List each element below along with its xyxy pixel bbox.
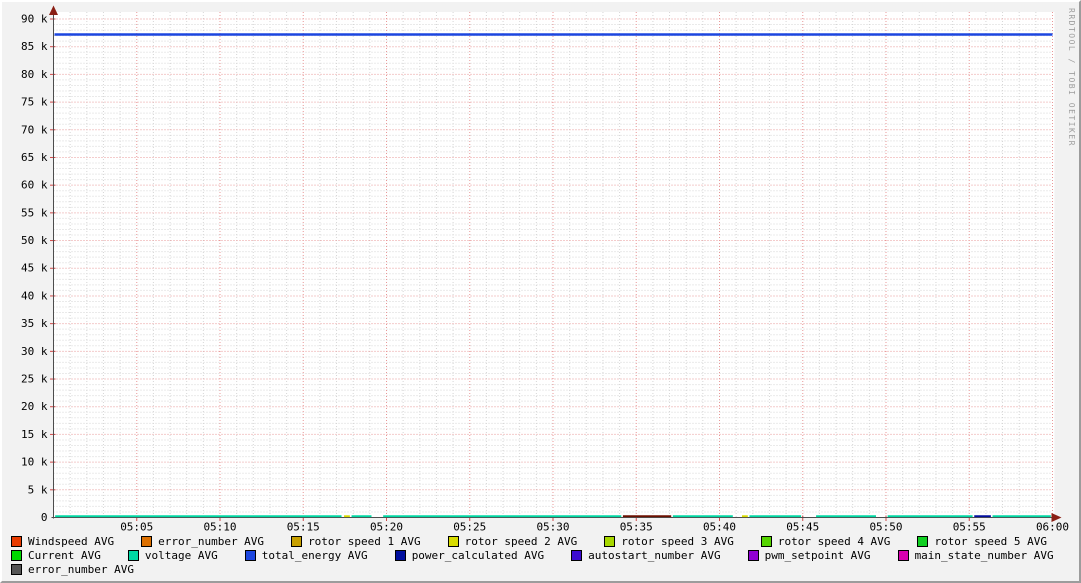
- y-tick-label: 35 k: [21, 317, 48, 330]
- y-tick-label: 80 k: [21, 68, 48, 81]
- legend-swatch: [244, 549, 256, 561]
- x-tick-label: 05:15: [287, 521, 320, 534]
- legend-swatch: [747, 549, 759, 561]
- y-tick-label: 50 k: [21, 234, 48, 247]
- legend-label: error_number AVG: [158, 534, 265, 548]
- y-tick-label: 25 k: [21, 373, 48, 386]
- x-tick-label: 05:10: [203, 521, 236, 534]
- x-tick-label: 06:00: [1036, 521, 1069, 534]
- legend-swatch: [127, 549, 139, 561]
- legend-item: Windspeed AVG: [11, 535, 114, 548]
- legend-item: total_energy AVG: [244, 548, 368, 562]
- legend-item: pwm_setpoint AVG: [747, 548, 871, 562]
- legend-swatch: [291, 535, 303, 547]
- legend-item: power_calculated AVG: [394, 548, 545, 562]
- x-tick-label: 05:45: [786, 521, 819, 534]
- y-tick-label: 70 k: [21, 123, 48, 136]
- legend-label: error_number AVG: [28, 562, 134, 576]
- legend-label: rotor speed 5 AVG: [934, 534, 1048, 548]
- y-tick-label: 90 k: [21, 12, 48, 25]
- y-axis-arrow: [49, 5, 58, 15]
- rrdtool-graph: 0 5 k 10 k 15 k 20 k 25 k 30 k 35 k 40 k 45 k 50 k…: [0, 0, 1081, 583]
- y-tick-label: 30 k: [21, 345, 48, 358]
- y-tick-label: 75 k: [21, 96, 48, 109]
- y-tick-label: 0: [41, 511, 48, 524]
- legend-item: Current AVG: [11, 549, 101, 562]
- legend-label: voltage AVG: [144, 548, 218, 562]
- legend-item: rotor speed 5 AVG: [917, 535, 1047, 548]
- x-tick-label: 05:50: [869, 521, 902, 534]
- legend-swatch: [917, 535, 929, 547]
- legend-label: total_energy AVG: [261, 548, 368, 562]
- legend-item: autostart_number AVG: [571, 548, 721, 562]
- legend-swatch: [447, 535, 459, 547]
- legend-item: error_number AVG: [141, 535, 264, 548]
- legend-item: rotor speed 2 AVG: [447, 534, 578, 548]
- plot-area: 0 5 k 10 k 15 k 20 k 25 k 30 k 35 k 40 k 45 k 50 k…: [21, 5, 1069, 534]
- legend-item: rotor speed 1 AVG: [291, 535, 421, 548]
- x-tick-label: 05:30: [536, 521, 569, 534]
- y-tick-label: 5 k: [28, 483, 48, 496]
- x-tick-label: 05:05: [120, 521, 153, 534]
- x-tick-label: 05:20: [370, 521, 403, 534]
- legend-label: rotor speed 3 AVG: [621, 534, 734, 548]
- legend-item: voltage AVG: [127, 548, 218, 562]
- legend-swatch: [760, 535, 772, 547]
- legend-item: rotor speed 3 AVG: [604, 535, 734, 548]
- legend: Windspeed AVG error_number AVG rotor speed…: [11, 534, 1054, 576]
- legend-row: error_number AVG: [11, 563, 1054, 576]
- legend-swatch: [11, 549, 22, 561]
- legend-label: rotor speed 1 AVG: [308, 534, 421, 548]
- rrdtool-watermark: RRDTOOL / TOBI OETIKER: [1067, 8, 1076, 147]
- y-tick-label: 65 k: [21, 151, 48, 164]
- legend-item: main_state_number AVG: [897, 548, 1054, 562]
- y-tick-label: 20 k: [21, 400, 48, 413]
- y-tick-label: 45 k: [21, 262, 48, 275]
- legend-item: rotor speed 4 AVG: [760, 534, 891, 548]
- legend-row: Current AVG voltage AVG total_energy AVG po…: [11, 548, 1054, 562]
- y-tick-label: 85 k: [21, 40, 48, 53]
- y-tick-label: 60 k: [21, 179, 48, 192]
- legend-label: Windspeed AVG: [28, 534, 115, 548]
- legend-label: rotor speed 2 AVG: [464, 534, 578, 548]
- legend-row: Windspeed AVG error_number AVG rotor speed…: [11, 534, 1054, 548]
- legend-swatch: [394, 549, 406, 561]
- legend-swatch: [571, 549, 583, 561]
- legend-swatch: [604, 535, 616, 547]
- y-tick-label: 10 k: [21, 456, 48, 469]
- legend-label: Current AVG: [28, 548, 101, 562]
- legend-swatch: [11, 563, 22, 575]
- legend-label: autostart_number AVG: [588, 548, 721, 562]
- y-tick-label: 40 k: [21, 289, 48, 302]
- legend-swatch: [141, 535, 153, 547]
- x-tick-label: 05:25: [453, 521, 486, 534]
- x-tick-label: 05:35: [620, 521, 653, 534]
- legend-item: error_number AVG: [11, 563, 134, 576]
- legend-swatch: [897, 549, 909, 561]
- x-tick-label: 05:55: [953, 521, 986, 534]
- y-tick-label: 55 k: [21, 206, 48, 219]
- x-tick-label: 05:40: [703, 521, 736, 534]
- legend-label: rotor speed 4 AVG: [777, 534, 891, 548]
- y-tick-label: 15 k: [21, 428, 48, 441]
- legend-label: main_state_number AVG: [914, 548, 1054, 562]
- legend-label: power_calculated AVG: [411, 548, 545, 562]
- legend-label: pwm_setpoint AVG: [764, 548, 871, 562]
- plot-background: [54, 12, 1055, 518]
- legend-swatch: [11, 535, 22, 547]
